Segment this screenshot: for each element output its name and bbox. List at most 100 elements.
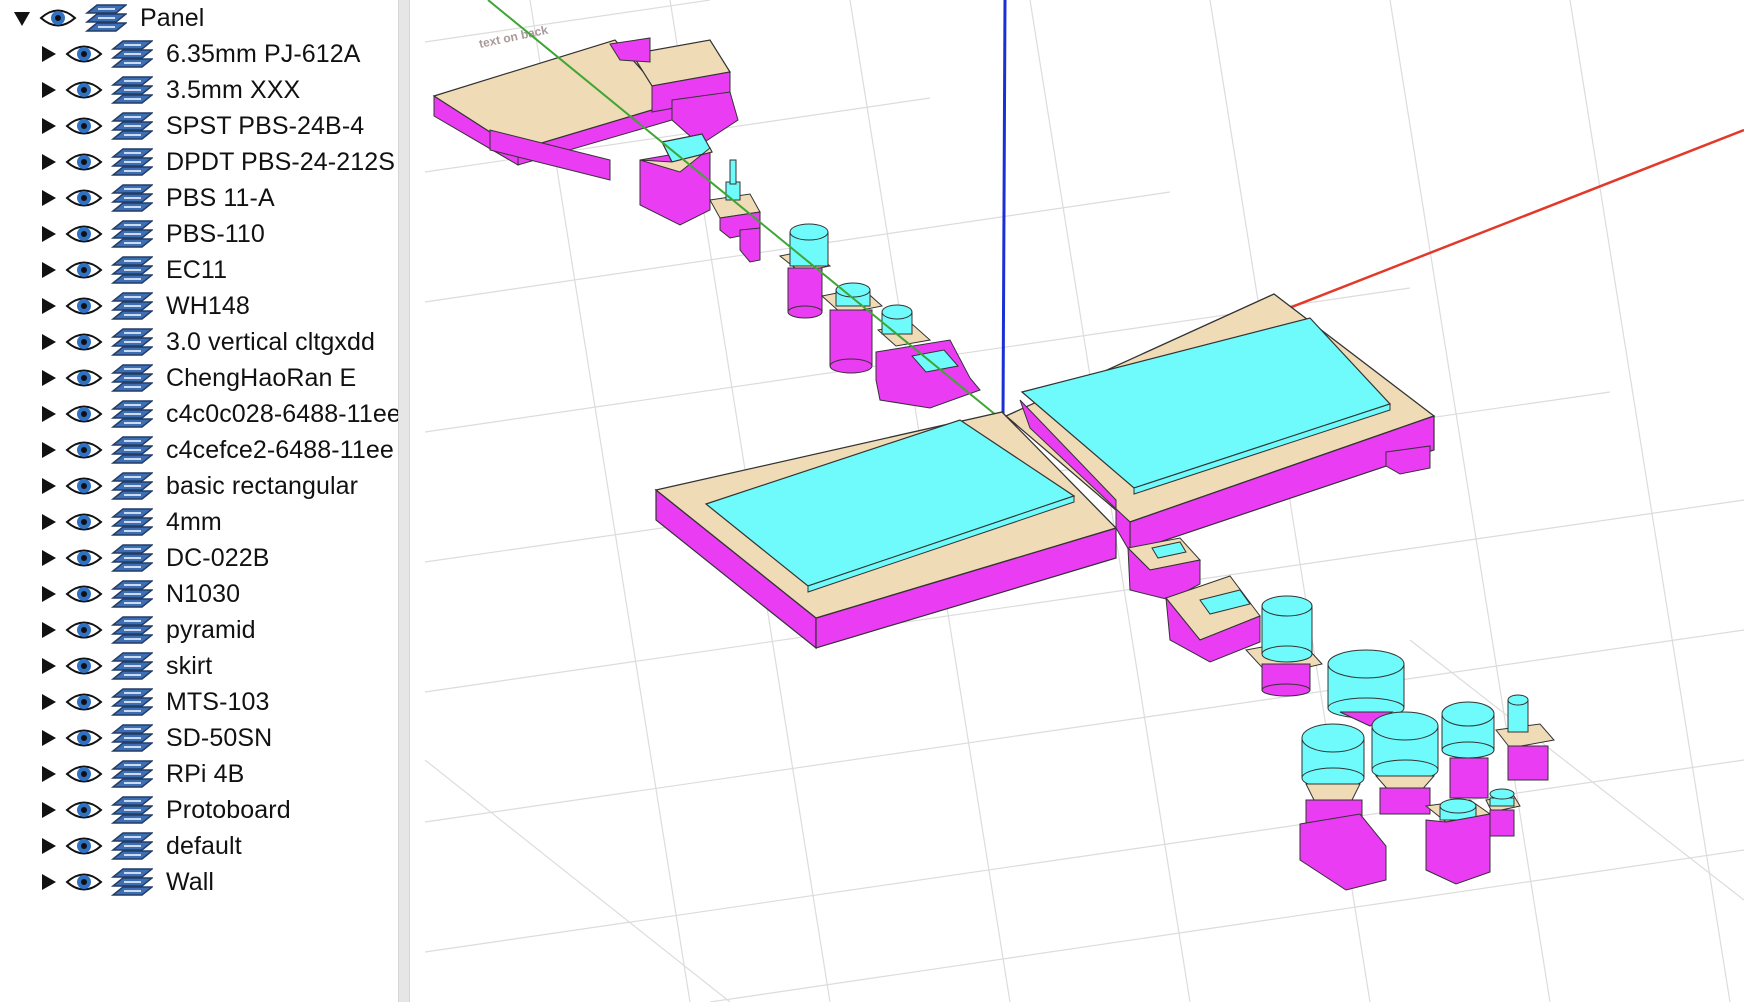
triangle-right-icon[interactable] bbox=[36, 726, 60, 750]
knob-8[interactable] bbox=[1441, 701, 1495, 799]
tree-row[interactable]: c4cefce2-6488-11ee bbox=[36, 432, 394, 468]
triangle-right-icon[interactable] bbox=[36, 870, 60, 894]
tree-row[interactable]: PBS-110 bbox=[36, 216, 265, 252]
tree-row[interactable]: basic rectangular bbox=[36, 468, 358, 504]
tree-row[interactable]: DPDT PBS-24-212S bbox=[36, 144, 395, 180]
eye-icon[interactable] bbox=[64, 869, 104, 895]
3d-viewport[interactable]: text on back bbox=[410, 0, 1744, 1003]
triangle-right-icon[interactable] bbox=[36, 186, 60, 210]
panel-splitter[interactable] bbox=[398, 0, 410, 1002]
eye-icon[interactable] bbox=[64, 365, 104, 391]
eye-icon[interactable] bbox=[64, 149, 104, 175]
tree-row[interactable]: ChengHaoRan E bbox=[36, 360, 356, 396]
eye-icon[interactable] bbox=[64, 293, 104, 319]
triangle-right-icon[interactable] bbox=[36, 222, 60, 246]
tree-row[interactable]: N1030 bbox=[36, 576, 240, 612]
triangle-right-icon[interactable] bbox=[36, 438, 60, 462]
tree-label[interactable]: DPDT PBS-24-212S bbox=[166, 148, 395, 177]
tree-row[interactable]: WH148 bbox=[36, 288, 250, 324]
triangle-right-icon[interactable] bbox=[36, 78, 60, 102]
triangle-right-icon[interactable] bbox=[36, 402, 60, 426]
eye-icon[interactable] bbox=[64, 761, 104, 787]
triangle-right-icon[interactable] bbox=[36, 582, 60, 606]
tree-label[interactable]: skirt bbox=[166, 652, 212, 681]
tree-label[interactable]: PBS-110 bbox=[166, 220, 265, 249]
eye-icon[interactable] bbox=[64, 401, 104, 427]
tree-label[interactable]: 4mm bbox=[166, 508, 222, 537]
eye-icon[interactable] bbox=[38, 5, 78, 31]
triangle-right-icon[interactable] bbox=[36, 798, 60, 822]
triangle-right-icon[interactable] bbox=[36, 366, 60, 390]
tree-row[interactable]: EC11 bbox=[36, 252, 227, 288]
eye-icon[interactable] bbox=[64, 329, 104, 355]
triangle-down-icon[interactable] bbox=[10, 6, 34, 30]
eye-icon[interactable] bbox=[64, 833, 104, 859]
tree-label[interactable]: WH148 bbox=[166, 292, 250, 321]
eye-icon[interactable] bbox=[64, 653, 104, 679]
tree-row-panel[interactable]: Panel bbox=[10, 0, 204, 36]
tree-label[interactable]: N1030 bbox=[166, 580, 240, 609]
eye-icon[interactable] bbox=[64, 437, 104, 463]
tree-label[interactable]: MTS-103 bbox=[166, 688, 270, 717]
triangle-right-icon[interactable] bbox=[36, 474, 60, 498]
tree-label[interactable]: RPi 4B bbox=[166, 760, 244, 789]
triangle-right-icon[interactable] bbox=[36, 150, 60, 174]
triangle-right-icon[interactable] bbox=[36, 510, 60, 534]
tree-label[interactable]: default bbox=[166, 832, 242, 861]
eye-icon[interactable] bbox=[64, 221, 104, 247]
tree-row[interactable]: RPi 4B bbox=[36, 756, 244, 792]
switch-block-1[interactable] bbox=[639, 133, 713, 226]
tree-row[interactable]: PBS 11-A bbox=[36, 180, 275, 216]
tree-label[interactable]: EC11 bbox=[166, 256, 227, 285]
triangle-right-icon[interactable] bbox=[36, 546, 60, 570]
tree-label[interactable]: Protoboard bbox=[166, 796, 291, 825]
tree-row[interactable]: default bbox=[36, 828, 242, 864]
knob-3[interactable] bbox=[875, 304, 981, 409]
tree-row[interactable]: pyramid bbox=[36, 612, 256, 648]
switch-block-3[interactable] bbox=[1495, 694, 1555, 781]
tree-label[interactable]: Panel bbox=[140, 4, 204, 33]
eye-icon[interactable] bbox=[64, 617, 104, 643]
switch-block-4[interactable] bbox=[1485, 788, 1521, 837]
triangle-right-icon[interactable] bbox=[36, 294, 60, 318]
triangle-right-icon[interactable] bbox=[36, 762, 60, 786]
tree-label[interactable]: SPST PBS-24B-4 bbox=[166, 112, 364, 141]
switch-block-2[interactable] bbox=[709, 159, 761, 263]
tree-row[interactable]: MTS-103 bbox=[36, 684, 270, 720]
triangle-right-icon[interactable] bbox=[36, 258, 60, 282]
knob-4[interactable] bbox=[1245, 595, 1323, 697]
eye-icon[interactable] bbox=[64, 581, 104, 607]
triangle-right-icon[interactable] bbox=[36, 330, 60, 354]
eye-icon[interactable] bbox=[64, 689, 104, 715]
triangle-right-icon[interactable] bbox=[36, 654, 60, 678]
tree-label[interactable]: ChengHaoRan E bbox=[166, 364, 356, 393]
triangle-right-icon[interactable] bbox=[36, 114, 60, 138]
tree-label[interactable]: 3.0 vertical cltgxdd bbox=[166, 328, 375, 357]
tree-row[interactable]: c4c0c028-6488-11ee bbox=[36, 396, 398, 432]
eye-icon[interactable] bbox=[64, 77, 104, 103]
tree-row[interactable]: 4mm bbox=[36, 504, 222, 540]
knob-1[interactable] bbox=[778, 223, 832, 319]
tree-label[interactable]: 6.35mm PJ-612A bbox=[166, 40, 361, 69]
eye-icon[interactable] bbox=[64, 797, 104, 823]
tree-row[interactable]: DC-022B bbox=[36, 540, 270, 576]
tree-label[interactable]: basic rectangular bbox=[166, 472, 358, 501]
tree-label[interactable]: PBS 11-A bbox=[166, 184, 275, 213]
triangle-right-icon[interactable] bbox=[36, 690, 60, 714]
tree-label[interactable]: 3.5mm XXX bbox=[166, 76, 300, 105]
eye-icon[interactable] bbox=[64, 509, 104, 535]
triangle-right-icon[interactable] bbox=[36, 618, 60, 642]
tree-row[interactable]: 6.35mm PJ-612A bbox=[36, 36, 361, 72]
triangle-right-icon[interactable] bbox=[36, 42, 60, 66]
tree-label[interactable]: c4cefce2-6488-11ee bbox=[166, 436, 394, 465]
tree-row[interactable]: Protoboard bbox=[36, 792, 291, 828]
eye-icon[interactable] bbox=[64, 473, 104, 499]
eye-icon[interactable] bbox=[64, 257, 104, 283]
tree-row[interactable]: SPST PBS-24B-4 bbox=[36, 108, 364, 144]
eye-icon[interactable] bbox=[64, 725, 104, 751]
eye-icon[interactable] bbox=[64, 185, 104, 211]
eye-icon[interactable] bbox=[64, 41, 104, 67]
tree-row[interactable]: 3.0 vertical cltgxdd bbox=[36, 324, 375, 360]
tree-label[interactable]: Wall bbox=[166, 868, 214, 897]
tree-label[interactable]: DC-022B bbox=[166, 544, 270, 573]
